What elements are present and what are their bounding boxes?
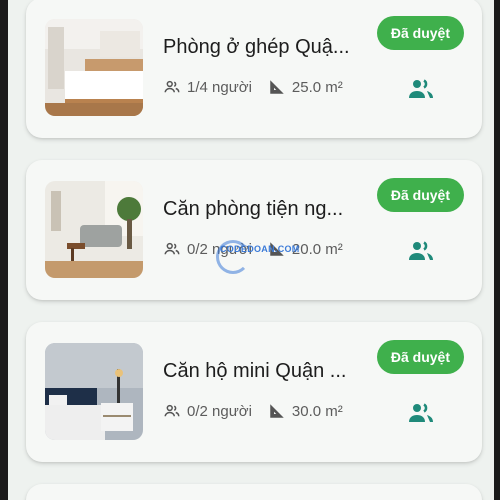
room-title: Căn phòng tiện ng...	[163, 198, 344, 220]
occupancy-text: 0/2 người	[187, 402, 252, 420]
room-card[interactable]: Phòng ở ghép Quậ... 1/4 người 25.0 m² Đã…	[26, 0, 482, 138]
set-square-icon	[270, 404, 284, 418]
status-badge: Đã duyệt	[376, 340, 464, 374]
room-image	[45, 19, 143, 116]
room-card[interactable]: Căn phòng tiện ng... 0/2 người 20.0 m² Đ…	[26, 160, 482, 300]
people-icon	[164, 80, 180, 93]
room-title: Căn hộ mini Quận ...	[163, 360, 347, 382]
room-meta: 0/2 người 30.0 m²	[163, 402, 343, 420]
people-icon	[164, 242, 180, 255]
area-text: 30.0 m²	[291, 402, 343, 420]
room-meta: 1/4 người 25.0 m²	[163, 78, 343, 96]
room-image	[45, 181, 143, 278]
room-title: Phòng ở ghép Quậ...	[163, 36, 350, 58]
status-badge: Đã duyệt	[376, 16, 464, 50]
watermark-text: CODEDOAN.COM	[220, 244, 300, 254]
room-list-screen: Phòng ở ghép Quậ... 1/4 người 25.0 m² Đã…	[8, 0, 494, 500]
area-text: 25.0 m²	[291, 78, 343, 96]
members-icon[interactable]	[408, 240, 434, 262]
room-card[interactable]: Căn hộ mini Quận ... 0/2 người 30.0 m² Đ…	[26, 322, 482, 462]
set-square-icon	[270, 80, 284, 94]
room-image	[45, 343, 143, 440]
occupancy-text: 1/4 người	[187, 78, 252, 96]
members-icon[interactable]	[408, 78, 434, 100]
room-card[interactable]	[26, 484, 482, 500]
status-badge: Đã duyệt	[376, 178, 464, 212]
people-icon	[164, 404, 180, 417]
members-icon[interactable]	[408, 402, 434, 424]
